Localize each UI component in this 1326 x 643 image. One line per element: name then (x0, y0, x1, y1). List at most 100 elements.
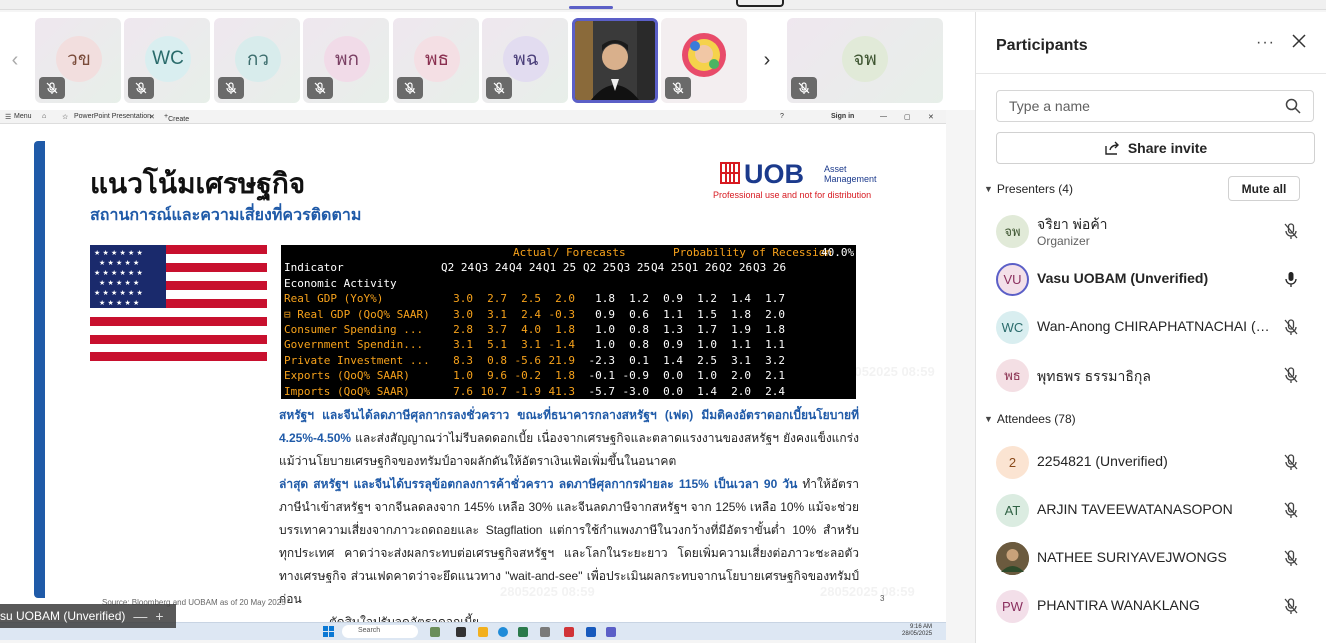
create-button[interactable]: + Create (164, 113, 189, 123)
avatar: 2 (996, 446, 1029, 479)
participant-role: Organizer (1037, 234, 1090, 248)
forecast-table: Actual/ Forecasts Probability of Recessi… (281, 245, 856, 399)
table-cell: -0.9 (622, 369, 650, 383)
participant-row[interactable]: จพ จริยา พ่อค้า Organizer (976, 209, 1326, 255)
more-options-icon[interactable]: ··· (1256, 34, 1275, 52)
attendees-section-toggle[interactable]: ▼ Attendees (78) (984, 412, 1076, 426)
participant-row[interactable]: PW PHANTIRA WANAKLANG (976, 584, 1326, 630)
logo-subtext: Asset Management (824, 164, 877, 184)
menu-icon[interactable]: ☰ (5, 113, 11, 121)
mic-icon[interactable] (1282, 270, 1300, 293)
active-speaker-video-tile[interactable] (572, 18, 658, 103)
participant-tile[interactable]: จพ (787, 18, 943, 103)
participant-tile[interactable]: พฉ (482, 18, 568, 103)
participant-row[interactable]: NATHEE SURIYAVEJWONGS (976, 536, 1326, 582)
participant-row[interactable]: AT ARJIN TAVEEWATANASOPON (976, 488, 1326, 534)
mute-all-button[interactable]: Mute all (1228, 176, 1300, 201)
presenters-label: Presenters (4) (996, 182, 1073, 196)
participant-tile[interactable]: พก (303, 18, 389, 103)
gallery-next-button[interactable]: › (752, 18, 782, 102)
mic-off-icon[interactable] (1282, 222, 1300, 245)
taskbar-app-icon[interactable] (518, 627, 528, 637)
mic-off-icon[interactable] (1282, 597, 1300, 620)
close-window-icon[interactable]: ✕ (928, 113, 934, 121)
muted-mic-icon (128, 77, 154, 99)
avatar: พก (324, 36, 370, 82)
mic-off-icon[interactable] (1282, 366, 1300, 389)
table-cell: 1.0 (697, 369, 717, 383)
participant-tile[interactable]: พธ (393, 18, 479, 103)
table-cell: 0.8 (487, 353, 507, 367)
taskbar-search[interactable]: Search (342, 625, 418, 638)
mic-off-icon[interactable] (1282, 549, 1300, 572)
participant-tile[interactable]: กว (214, 18, 300, 103)
create-label: Create (168, 116, 190, 123)
minimize-presenter-icon[interactable]: — (133, 608, 147, 624)
paragraph: ล่าสุด สหรัฐฯ และจีนได้บรรลุข้อตกลงการค้… (279, 473, 859, 611)
maximize-icon[interactable]: ▢ (904, 113, 911, 121)
minimize-icon[interactable]: — (880, 113, 887, 120)
table-cell: 0.9 (663, 292, 683, 306)
presenter-name-bar: su UOBAM (Unverified) — + (0, 604, 176, 628)
participant-tile[interactable] (661, 18, 747, 103)
chevron-down-icon: ▼ (984, 184, 993, 194)
participant-tile[interactable]: WC (124, 18, 210, 103)
pdf-icon[interactable] (564, 627, 574, 637)
table-cell: -0.3 (548, 307, 576, 321)
taskbar-app-icon[interactable] (456, 627, 466, 637)
mic-off-icon[interactable] (1282, 318, 1300, 341)
settings-icon[interactable] (540, 627, 550, 637)
participant-row[interactable]: พธ พุทธพร ธรรมาธิกุล (976, 353, 1326, 399)
divider (976, 73, 1326, 74)
table-cell: 0.0 (663, 369, 683, 383)
share-icon (1105, 141, 1119, 155)
participants-panel: Participants ··· Share invite ▼ Presente… (975, 12, 1326, 643)
table-cell: -0.1 (588, 369, 616, 383)
svg-text:★ ★ ★ ★ ★: ★ ★ ★ ★ ★ (99, 259, 139, 267)
mic-off-icon[interactable] (1282, 501, 1300, 524)
folder-icon[interactable] (478, 627, 488, 637)
paragraph-text: และส่งสัญญาณว่าไม่รีบลดดอกเบี้ย เนื่องจา… (279, 431, 859, 468)
table-prob-header: Probability of Recession (673, 246, 832, 259)
star-icon[interactable]: ☆ (62, 113, 68, 121)
menu-label[interactable]: Menu (14, 113, 32, 120)
home-icon[interactable]: ⌂ (42, 113, 46, 120)
document-tab[interactable]: PowerPoint Presentation (74, 113, 151, 120)
meeting-toolbar (0, 0, 1326, 10)
view-button-focus[interactable] (736, 0, 784, 7)
participant-row[interactable]: 2 2254821 (Unverified) (976, 440, 1326, 486)
table-row: ⊟ Real GDP (QoQ% SAAR) 3.0 3.1 2.4 -0.3 0.9 0.… (281, 307, 856, 322)
participant-gallery: ‹ วข WC กว พก พธ พฉ › จพ (0, 12, 975, 110)
share-invite-button[interactable]: Share invite (996, 132, 1315, 164)
table-column-header: Q4 25 (651, 261, 685, 275)
pin-presenter-icon[interactable]: + (155, 608, 163, 624)
help-icon[interactable]: ? (780, 113, 784, 120)
table-cell: -1.9 (514, 384, 542, 398)
table-cell: 1.4 (697, 384, 717, 398)
paragraph: สหรัฐฯ และจีนได้ลดภาษีศุลกากรลงชั่วคราว … (279, 404, 859, 473)
chevron-down-icon: ▼ (984, 414, 993, 424)
participant-row[interactable]: VU Vasu UOBAM (Unverified) (976, 257, 1326, 303)
search-icon[interactable] (1285, 98, 1301, 114)
table-cell: -5.6 (514, 353, 542, 367)
presenters-section-toggle[interactable]: ▼ Presenters (4) (984, 182, 1073, 196)
table-cell: 10.7 (480, 384, 508, 398)
participant-search-input[interactable] (1009, 92, 1269, 120)
participant-tile[interactable]: วข (35, 18, 121, 103)
gallery-prev-button[interactable]: ‹ (0, 18, 30, 102)
sign-in-button[interactable]: Sign in (831, 113, 854, 120)
table-cell: 2.5 (521, 292, 541, 306)
table-col-label: Indicator (284, 261, 344, 275)
participant-row[interactable]: WC Wan-Anong CHIRAPHATNACHAI (Un... (976, 305, 1326, 351)
mic-off-icon[interactable] (1282, 453, 1300, 476)
close-icon[interactable] (1290, 32, 1308, 50)
us-flag-icon: ★ ★ ★ ★ ★ ★ ★ ★ ★ ★ ★ ★ ★ ★ ★ ★ ★ ★ ★ ★ ★ … (90, 245, 267, 361)
close-tab-icon[interactable]: ✕ (149, 113, 155, 121)
word-icon[interactable] (586, 627, 596, 637)
edge-icon[interactable] (498, 627, 508, 637)
teams-icon[interactable] (606, 627, 616, 637)
windows-start-icon[interactable] (323, 626, 335, 638)
table-row: Consumer Spending ... 2.8 3.7 4.0 1.8 1.0 0.8 1… (281, 322, 856, 337)
taskbar-app-icon[interactable] (430, 627, 440, 637)
table-cell: 2.0 (731, 369, 751, 383)
